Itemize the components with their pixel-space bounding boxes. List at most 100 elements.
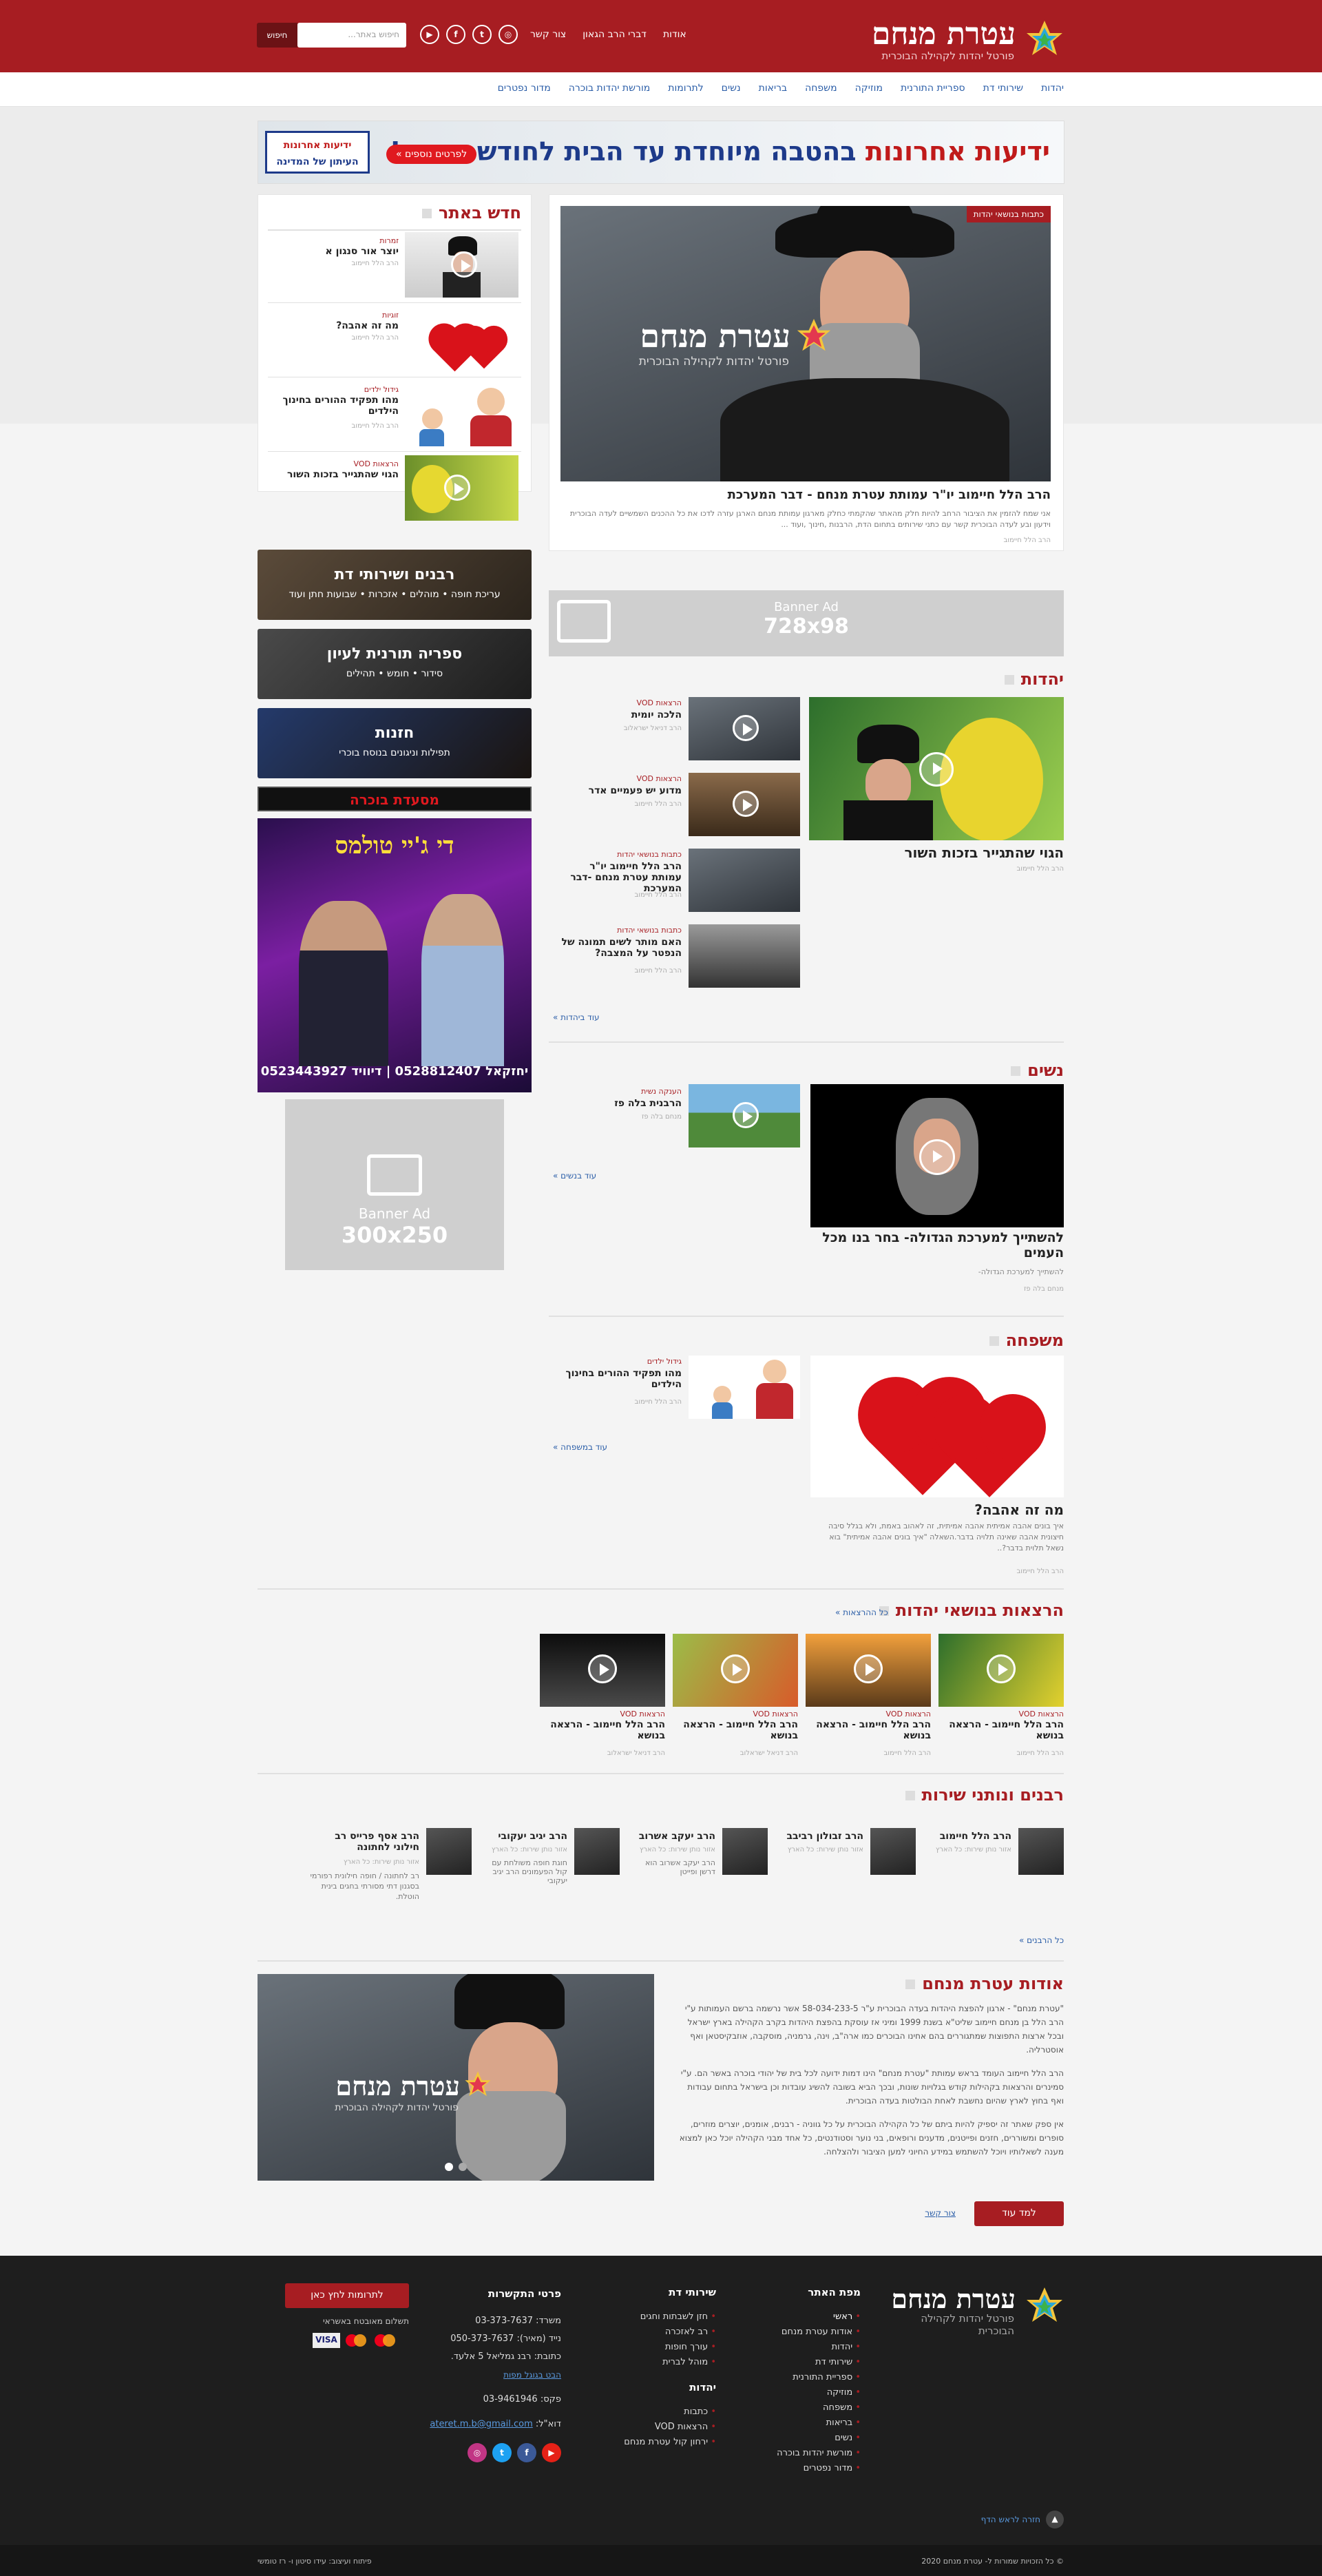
nav-item-library[interactable]: ספריית התורנית	[901, 83, 965, 94]
family-main-image[interactable]	[810, 1355, 1064, 1497]
about-contact-link[interactable]: צור קשר	[925, 2208, 956, 2218]
footer-sitemap-link[interactable]: משפחה	[737, 2400, 861, 2416]
footer-sitemap-link[interactable]: מוזיקה	[737, 2385, 861, 2400]
judaism-section-title[interactable]: יהדות	[1005, 669, 1064, 689]
nav-item-judaism[interactable]: יהדות	[1041, 83, 1064, 94]
rabbi-name[interactable]: הרב יעקב אשרוב	[630, 1831, 715, 1842]
nav-item-women[interactable]: נשים	[722, 83, 741, 94]
rabbi-name[interactable]: הרב אסף פרייס רב חילוני לחתונה	[309, 1831, 419, 1853]
women-item-image[interactable]	[689, 1084, 800, 1147]
slider-dot-active[interactable]	[445, 2163, 453, 2171]
side-category-rabbis[interactable]: רבנים ושירותי דת עריכת חופה • מוהלים • א…	[258, 550, 532, 620]
footer-sitemap-link[interactable]: ספריית התורנית	[737, 2370, 861, 2385]
footer-logo[interactable]: עטרת מנחם פורטל יהדות לקהילה הבוכרית	[885, 2283, 1064, 2337]
footer-service-link[interactable]: מוהל לברית	[578, 2355, 716, 2370]
rabbis-more-link[interactable]: כל הרבנים »	[1019, 1935, 1064, 1945]
rabbi-card[interactable]: הרב אסף פרייס רב חילוני לחתונה אזור נותן…	[258, 1828, 472, 1952]
women-item-title[interactable]: הרבנית בלה פז	[558, 1098, 682, 1109]
judaism-main-image[interactable]	[809, 697, 1064, 840]
nav-item-obituaries[interactable]: מדור נפטרים	[498, 83, 551, 94]
judaism-item-image[interactable]	[689, 924, 800, 988]
youtube-icon[interactable]: ▶	[542, 2443, 561, 2462]
rabbi-card[interactable]: הרב הלל חיימוב אזור נותן שירות: כל הארץ	[926, 1828, 1064, 1952]
rabbi-name[interactable]: הרב זבולון רביבב	[778, 1831, 863, 1842]
lecture-image[interactable]	[806, 1634, 931, 1707]
hero-article[interactable]: עטרת מנחם פורטל יהדות לקהילה הבוכרית כתב…	[549, 194, 1064, 551]
judaism-item-title[interactable]: הרב הלל חיימוב יו"ר עמותת עטרת מנחם -דבר…	[558, 861, 682, 894]
family-section-title[interactable]: משפחה	[989, 1331, 1064, 1350]
new-item-image[interactable]	[405, 232, 518, 298]
family-item-title[interactable]: מהו תפקיד ההורים בחינוך הילדים	[558, 1368, 682, 1390]
lecture-tag[interactable]: הרצאות VOD	[753, 1710, 798, 1718]
footer-service-link[interactable]: חזן לשבתות וחגים	[578, 2309, 716, 2325]
judaism-item-title[interactable]: מדוע יש פעמיים אדר	[558, 785, 682, 796]
rabbis-section-title[interactable]: רבנים ונותני שירות	[905, 1785, 1064, 1805]
hero-title[interactable]: הרב הלל חיימוב יו"ר עמותת עטרת מנחם - דב…	[560, 488, 1051, 502]
footer-sitemap-link[interactable]: אודות עטרת מנחם	[737, 2325, 861, 2340]
judaism-item-image[interactable]	[689, 773, 800, 836]
lecture-tag[interactable]: הרצאות VOD	[886, 1710, 931, 1718]
judaism-item-tag[interactable]: כתבות בנושאי יהדות	[617, 926, 682, 935]
rabbi-name[interactable]: הרב יגיב יעקובי	[482, 1831, 567, 1842]
search-button[interactable]: חיפוש	[257, 23, 297, 48]
rabbi-name[interactable]: הרב הלל חיימוב	[926, 1831, 1011, 1842]
facebook-icon[interactable]: f	[517, 2443, 536, 2462]
footer-sitemap-link[interactable]: יהדות	[737, 2340, 861, 2355]
footer-office-phone[interactable]: משרד: 03-373-7637	[423, 2312, 561, 2330]
nav-item-health[interactable]: בריאות	[759, 83, 788, 94]
judaism-item-image[interactable]	[689, 849, 800, 912]
judaism-item-title[interactable]: הלכה יומית	[558, 709, 682, 720]
footer-sitemap-link[interactable]: מורשת יהדות בוכרה	[737, 2446, 861, 2461]
footer-sitemap-link[interactable]: שירותי דת	[737, 2355, 861, 2370]
judaism-main-title[interactable]: הגוי שהתגייר בזכות השור	[904, 844, 1064, 861]
new-item-image[interactable]	[405, 381, 518, 446]
new-item-tag[interactable]: גידול ילדים	[364, 385, 399, 394]
top-link-rabbi[interactable]: דברי הרב הגאון	[583, 29, 647, 40]
lecture-title[interactable]: הרב הלל חיימוב - הרצאה בנושא	[938, 1719, 1064, 1741]
nav-item-music[interactable]: מוזיקה	[855, 83, 883, 94]
women-item-tag[interactable]: הענקה נשית	[641, 1087, 682, 1096]
rabbi-card[interactable]: הרב יעקב אשרוב אזור נותן שירות: כל הארץ …	[630, 1828, 768, 1952]
lectures-more-link[interactable]: כל ההרצאות »	[835, 1608, 888, 1617]
lecture-image[interactable]	[673, 1634, 798, 1707]
women-section-title[interactable]: נשים	[1011, 1061, 1064, 1080]
back-to-top-label[interactable]: חזרה לראש הדף	[981, 2515, 1040, 2524]
women-main-video[interactable]	[810, 1084, 1064, 1227]
facebook-icon[interactable]: f	[446, 25, 465, 44]
side-dj-banner[interactable]: די ג'יי טולמס יחזקאל 0528812407 | דיוויד…	[258, 818, 532, 1092]
top-link-about[interactable]: אודות	[663, 29, 686, 40]
lecture-tag[interactable]: הרצאות VOD	[620, 1710, 665, 1718]
about-slider[interactable]: עטרת מנחם פורטל יהדות לקהילה הבוכרית	[258, 1974, 654, 2181]
judaism-item-image[interactable]	[689, 697, 800, 760]
new-item-title[interactable]: יוצר אור סנגון א	[268, 246, 399, 257]
side-strip-ad[interactable]: מסעדת בוכרה	[258, 787, 532, 811]
footer-mobile-phone[interactable]: נייד (מאיר): 050-373-7637	[423, 2330, 561, 2348]
footer-sitemap-link[interactable]: ראשי	[737, 2309, 861, 2325]
rabbi-card[interactable]: הרב יגיב יעקובי אזור נותן שירות: כל הארץ…	[482, 1828, 620, 1952]
learn-more-button[interactable]: למד עוד	[974, 2201, 1064, 2226]
new-item-tag[interactable]: זוגיות	[382, 311, 399, 320]
footer-judaism-link[interactable]: הרצאות VOD	[578, 2420, 716, 2435]
lecture-title[interactable]: הרב הלל חיימוב - הרצאה בנושא	[540, 1719, 665, 1741]
side-category-chazanut[interactable]: חזנות תפילות וניגונים בנוסח בוכרי	[258, 708, 532, 778]
top-banner-ad[interactable]: ידיעות אחרונות בהטבה מיוחדת עד הבית לחוד…	[258, 121, 1064, 184]
site-logo[interactable]: עטרת מנחם פורטל יהדות לקהילה הבוכרית	[850, 17, 1064, 65]
judaism-more-link[interactable]: עוד ביהדות »	[553, 1012, 599, 1022]
footer-judaism-link[interactable]: ירחון קול עטרת מנחם	[578, 2435, 716, 2450]
slider-dot[interactable]	[459, 2163, 467, 2171]
banner-ad-728x98[interactable]: Banner Ad 728x98	[549, 590, 1064, 656]
new-item-image[interactable]	[405, 455, 518, 521]
hero-tag[interactable]: כתבות בנושאי יהדות	[966, 206, 1051, 222]
side-category-library[interactable]: ספריה תורנית לעיון סידור • חומש • תהילים	[258, 629, 532, 699]
new-item-image[interactable]	[405, 307, 518, 372]
lecture-image[interactable]	[540, 1634, 665, 1707]
back-to-top[interactable]: ▲ חזרה לראש הדף	[981, 2511, 1064, 2528]
new-item-title[interactable]: מהו תפקיד ההורים בחינוך הילדים	[268, 395, 399, 417]
lecture-title[interactable]: הרב הלל חיימוב - הרצאה בנושא	[673, 1719, 798, 1741]
footer-map-link[interactable]: הבט בגוגל מפות	[423, 2366, 561, 2384]
judaism-item-tag[interactable]: כתבות בנושאי יהדות	[617, 850, 682, 859]
footer-judaism-link[interactable]: כתבות	[578, 2404, 716, 2420]
new-item-tag[interactable]: זמרות	[379, 236, 399, 245]
donate-button[interactable]: לתרומות לחץ כאן	[285, 2283, 409, 2308]
lecture-image[interactable]	[938, 1634, 1064, 1707]
